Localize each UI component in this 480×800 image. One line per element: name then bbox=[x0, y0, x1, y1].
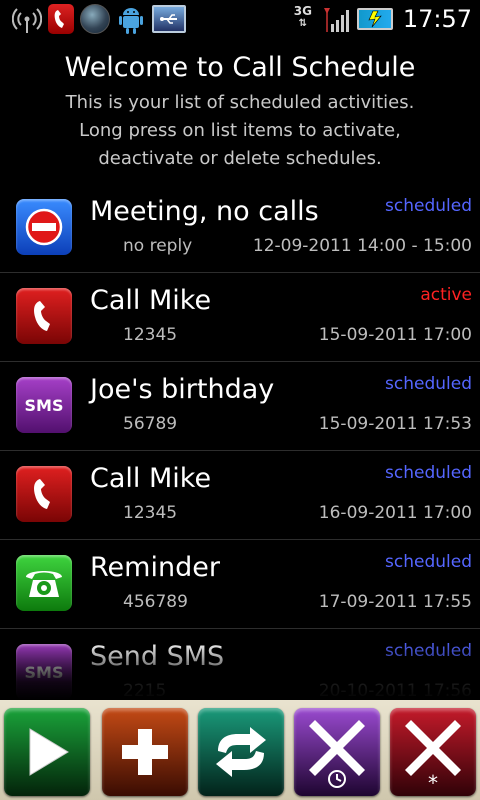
schedule-title: Call Mike bbox=[90, 463, 212, 494]
status-bar-notifications bbox=[12, 2, 186, 36]
sms-icon-label: SMS bbox=[24, 662, 64, 682]
sync-button[interactable] bbox=[198, 708, 284, 796]
usb-icon bbox=[152, 5, 186, 33]
play-icon bbox=[29, 728, 69, 776]
phone-icon bbox=[48, 4, 74, 34]
battery-charging-icon bbox=[356, 8, 393, 30]
status-badge: scheduled bbox=[385, 552, 472, 572]
sync-icon bbox=[216, 727, 266, 777]
schedule-list[interactable]: Meeting, no calls scheduled no reply 12-… bbox=[0, 184, 480, 700]
subtitle-line: Long press on list items to activate, bbox=[79, 120, 401, 141]
status-bar: 3G ⇅ 17:57 bbox=[0, 0, 480, 38]
network-3g-icon: 3G ⇅ bbox=[291, 4, 315, 34]
schedule-title: Reminder bbox=[90, 552, 220, 583]
subtitle-line: deactivate or delete schedules. bbox=[98, 148, 382, 169]
network-type-label: 3G bbox=[293, 4, 312, 18]
schedule-datetime: 15-09-2011 17:53 bbox=[318, 414, 472, 434]
delete-all-icon: * bbox=[405, 720, 461, 788]
sms-icon-label: SMS bbox=[24, 395, 64, 415]
no-entry-icon bbox=[16, 199, 72, 255]
status-badge: scheduled bbox=[385, 374, 472, 394]
schedule-title: Send SMS bbox=[90, 641, 225, 672]
signal-icon bbox=[323, 8, 349, 32]
schedule-detail: 12345 bbox=[123, 503, 178, 523]
wifi-icon bbox=[12, 8, 42, 33]
sms-icon: SMS bbox=[16, 644, 72, 700]
schedule-title: Meeting, no calls bbox=[90, 196, 319, 227]
page-subtitle: This is your list of scheduled activitie… bbox=[0, 89, 480, 173]
status-badge: scheduled bbox=[385, 641, 472, 661]
delete-expired-button[interactable] bbox=[294, 708, 380, 796]
status-badge: scheduled bbox=[385, 463, 472, 483]
svg-text:*: * bbox=[428, 771, 438, 788]
delete-clock-icon bbox=[309, 720, 365, 788]
status-bar-system: 3G ⇅ 17:57 bbox=[291, 2, 472, 36]
schedule-title: Call Mike bbox=[90, 285, 212, 316]
rotary-phone-icon bbox=[16, 555, 72, 611]
schedule-item[interactable]: Call Mike active 12345 15-09-2011 17:00 bbox=[0, 273, 480, 362]
schedule-datetime: 15-09-2011 17:00 bbox=[318, 325, 472, 345]
status-badge: scheduled bbox=[385, 196, 472, 216]
schedule-item[interactable]: Reminder scheduled 456789 17-09-2011 17:… bbox=[0, 540, 480, 629]
bottom-toolbar: * bbox=[0, 700, 480, 800]
sms-icon: SMS bbox=[16, 377, 72, 433]
schedule-detail: 12345 bbox=[123, 325, 178, 345]
schedule-detail: 56789 bbox=[123, 414, 178, 434]
schedule-detail: 2215 bbox=[123, 681, 167, 700]
welcome-header: Welcome to Call Schedule This is your li… bbox=[0, 44, 480, 173]
schedule-detail: no reply bbox=[123, 236, 193, 256]
clock: 17:57 bbox=[402, 5, 472, 33]
activate-button[interactable] bbox=[4, 708, 90, 796]
schedule-datetime: 12-09-2011 14:00 - 15:00 bbox=[252, 236, 472, 256]
android-icon bbox=[119, 8, 143, 34]
schedule-datetime: 17-09-2011 17:55 bbox=[318, 592, 472, 612]
delete-all-button[interactable]: * bbox=[390, 708, 476, 796]
status-badge: active bbox=[420, 285, 472, 305]
schedule-datetime: 20-10-2011 17:56 bbox=[318, 681, 472, 700]
schedule-detail: 456789 bbox=[123, 592, 188, 612]
subtitle-line: This is your list of scheduled activitie… bbox=[65, 92, 415, 113]
phone-icon bbox=[16, 466, 72, 522]
page-title: Welcome to Call Schedule bbox=[64, 52, 416, 83]
add-schedule-button[interactable] bbox=[102, 708, 188, 796]
schedule-item[interactable]: SMS Joe's birthday scheduled 56789 15-09… bbox=[0, 362, 480, 451]
add-icon bbox=[122, 729, 168, 775]
schedule-title: Joe's birthday bbox=[90, 374, 275, 405]
globe-icon bbox=[80, 4, 110, 34]
schedule-item[interactable]: Meeting, no calls scheduled no reply 12-… bbox=[0, 184, 480, 273]
schedule-datetime: 16-09-2011 17:00 bbox=[318, 503, 472, 523]
schedule-item[interactable]: SMS Send SMS scheduled 2215 20-10-2011 1… bbox=[0, 629, 480, 700]
phone-icon bbox=[16, 288, 72, 344]
schedule-item[interactable]: Call Mike scheduled 12345 16-09-2011 17:… bbox=[0, 451, 480, 540]
